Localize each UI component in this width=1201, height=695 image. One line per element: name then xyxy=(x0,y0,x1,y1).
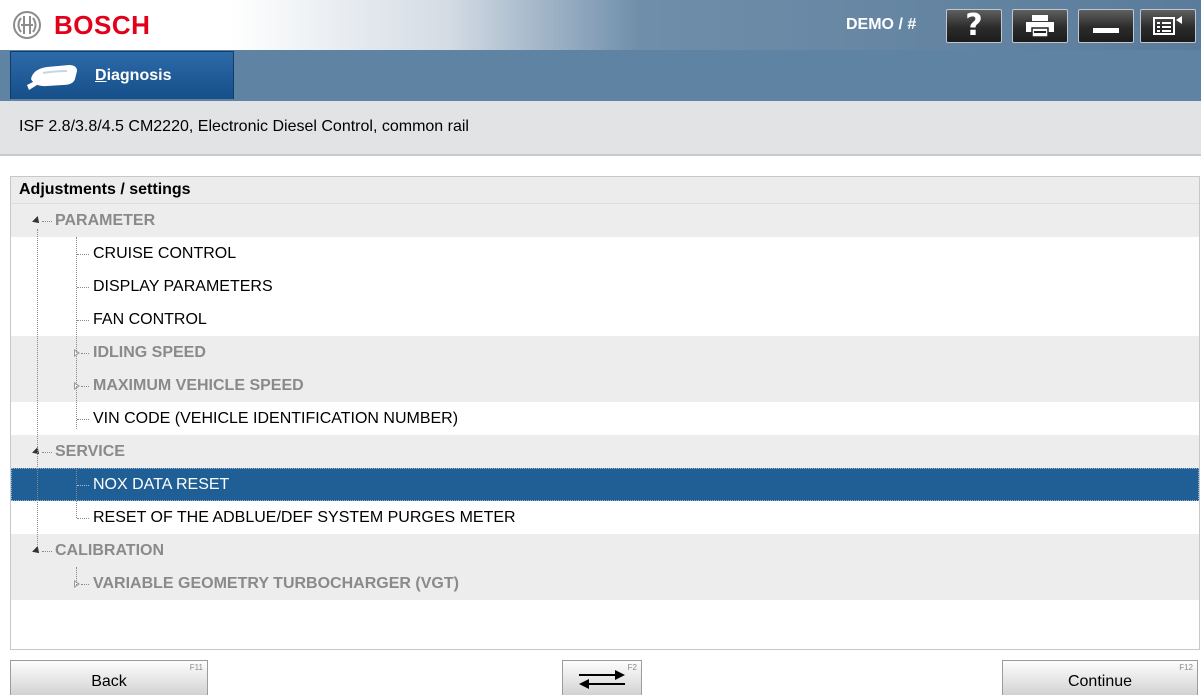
tree-group-maximum-vehicle-speed[interactable]: MAXIMUM VEHICLE SPEED xyxy=(11,369,1199,402)
tree-header: Adjustments / settings xyxy=(11,177,1199,204)
tree-title: Adjustments / settings xyxy=(19,181,191,198)
tree-item-display-parameters[interactable]: DISPLAY PARAMETERS xyxy=(11,270,1199,303)
vehicle-info-bar: ISF 2.8/3.8/4.5 CM2220, Electronic Diese… xyxy=(0,101,1201,156)
collapsed-arrow-icon xyxy=(74,580,80,588)
tree-row-label: NOX DATA RESET xyxy=(93,476,230,493)
tab-diagnosis-label: Diagnosis xyxy=(95,67,172,84)
top-header: BOSCH DEMO / # ? xyxy=(0,0,1201,50)
tree-group-idling-speed[interactable]: IDLING SPEED xyxy=(11,336,1199,369)
tree-item-adblue-reset[interactable]: RESET OF THE ADBLUE/DEF SYSTEM PURGES ME… xyxy=(11,501,1199,534)
tree-category-service[interactable]: SERVICE xyxy=(11,435,1199,468)
function-key-hint: F2 xyxy=(627,663,637,672)
function-key-hint: F11 xyxy=(189,663,203,672)
back-button-label: Back xyxy=(91,673,127,690)
question-mark-icon: ? xyxy=(965,8,983,43)
printer-icon xyxy=(1026,15,1054,38)
tree-row-label: SERVICE xyxy=(55,443,125,460)
expanded-arrow-icon xyxy=(32,546,42,556)
swap-arrows-icon xyxy=(579,670,625,689)
minimize-button[interactable] xyxy=(1078,9,1134,43)
tree-category-calibration[interactable]: CALIBRATION xyxy=(11,534,1199,567)
tab-diagnosis[interactable]: Diagnosis xyxy=(10,51,234,99)
bosch-logo-icon xyxy=(13,11,41,39)
collapsed-arrow-icon xyxy=(74,349,80,357)
tree-item-vin-code[interactable]: VIN CODE (VEHICLE IDENTIFICATION NUMBER) xyxy=(11,402,1199,435)
menu-icon xyxy=(1153,16,1182,35)
tree-row-label: DISPLAY PARAMETERS xyxy=(93,278,273,295)
switch-button[interactable]: F2 xyxy=(562,660,642,695)
continue-button[interactable]: F12 Continue xyxy=(1002,660,1198,695)
tree-row-label: PARAMETER xyxy=(55,212,156,229)
adjustments-tree-panel: Adjustments / settings PARAMETER CRUISE … xyxy=(10,176,1200,650)
tree-row-label: CRUISE CONTROL xyxy=(93,245,237,262)
tree-item-fan-control[interactable]: FAN CONTROL xyxy=(11,303,1199,336)
tree-row-label: MAXIMUM VEHICLE SPEED xyxy=(93,377,304,394)
minimize-icon xyxy=(1093,28,1119,33)
vehicle-description: ISF 2.8/3.8/4.5 CM2220, Electronic Diese… xyxy=(19,118,469,135)
tree-row-label: RESET OF THE ADBLUE/DEF SYSTEM PURGES ME… xyxy=(93,509,516,526)
diagnosis-connector-icon xyxy=(27,65,77,90)
tree-item-cruise-control[interactable]: CRUISE CONTROL xyxy=(11,237,1199,270)
tree-row-label: IDLING SPEED xyxy=(93,344,206,361)
help-button[interactable]: ? xyxy=(946,9,1002,43)
continue-button-label: Continue xyxy=(1067,673,1133,690)
tree-group-vgt[interactable]: VARIABLE GEOMETRY TURBOCHARGER (VGT) xyxy=(11,567,1199,600)
tree-connector xyxy=(37,229,38,545)
expanded-arrow-icon xyxy=(32,216,42,226)
collapsed-arrow-icon xyxy=(74,382,80,390)
back-button[interactable]: F11 Back xyxy=(10,660,208,695)
tree-row-label: FAN CONTROL xyxy=(93,311,207,328)
tree-connector xyxy=(76,237,77,429)
tree-row-label: VIN CODE (VEHICLE IDENTIFICATION NUMBER) xyxy=(93,410,459,427)
print-button[interactable] xyxy=(1012,9,1068,43)
function-key-hint: F12 xyxy=(1179,663,1193,672)
tree-connector xyxy=(76,468,77,518)
tree-row-label: VARIABLE GEOMETRY TURBOCHARGER (VGT) xyxy=(93,575,459,592)
tree-item-nox-data-reset[interactable]: NOX DATA RESET xyxy=(11,468,1199,501)
brand-name: BOSCH xyxy=(54,10,151,40)
demo-label: DEMO / # xyxy=(846,16,917,33)
tree-row-label: CALIBRATION xyxy=(55,542,165,559)
tree-category-parameter[interactable]: PARAMETER xyxy=(11,204,1199,237)
tree-connector xyxy=(76,567,77,585)
menu-button[interactable] xyxy=(1140,9,1196,43)
